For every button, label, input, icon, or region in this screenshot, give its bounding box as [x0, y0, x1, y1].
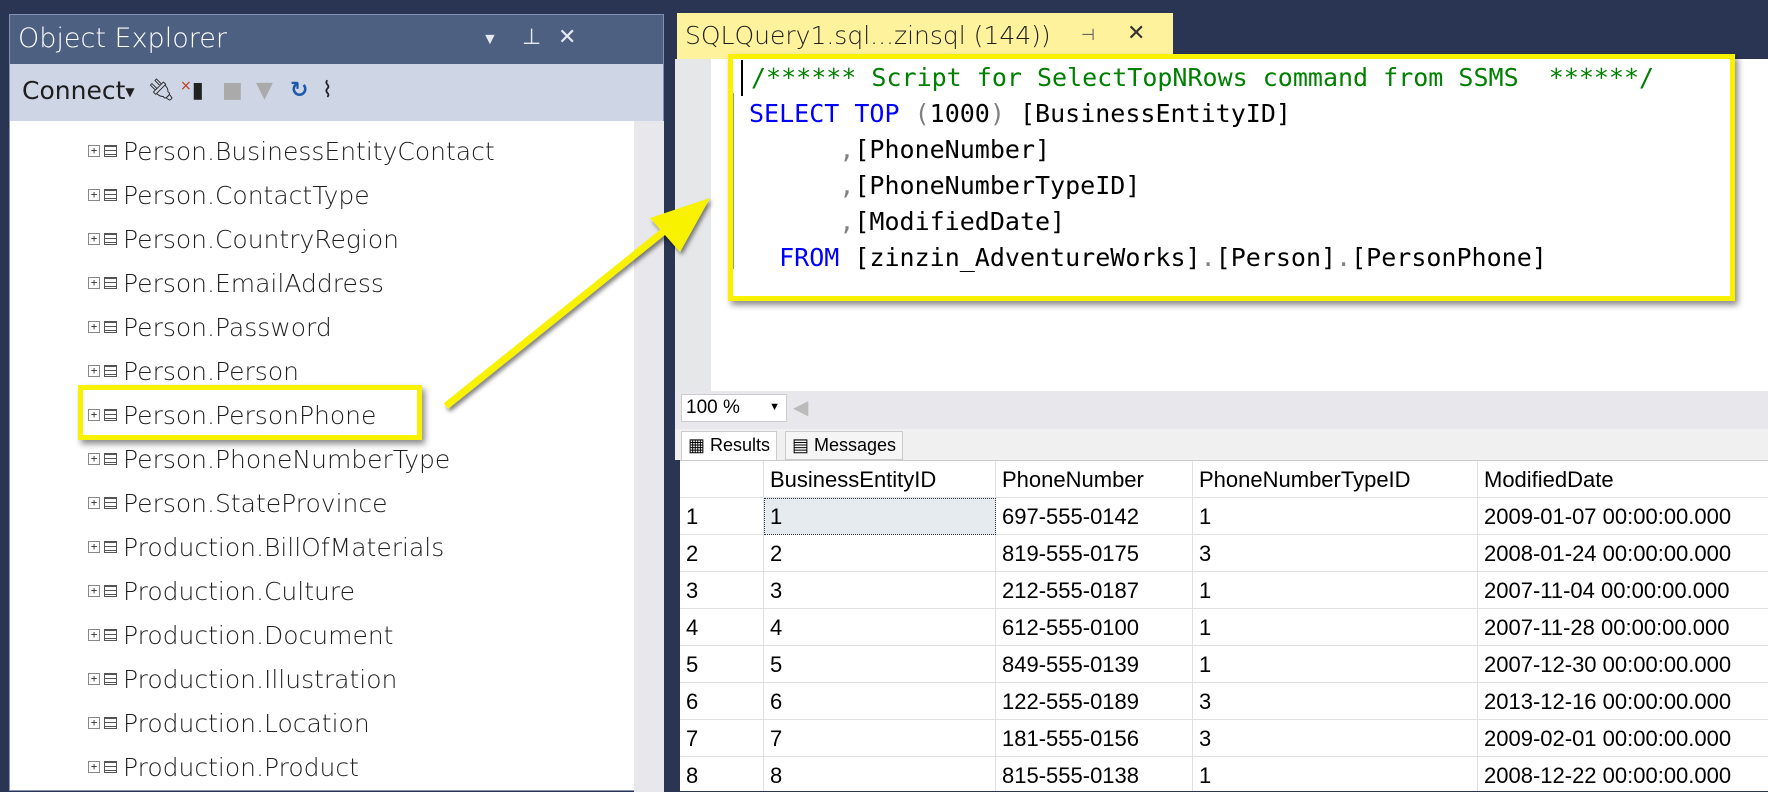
annotation-arrow: [443, 198, 710, 409]
